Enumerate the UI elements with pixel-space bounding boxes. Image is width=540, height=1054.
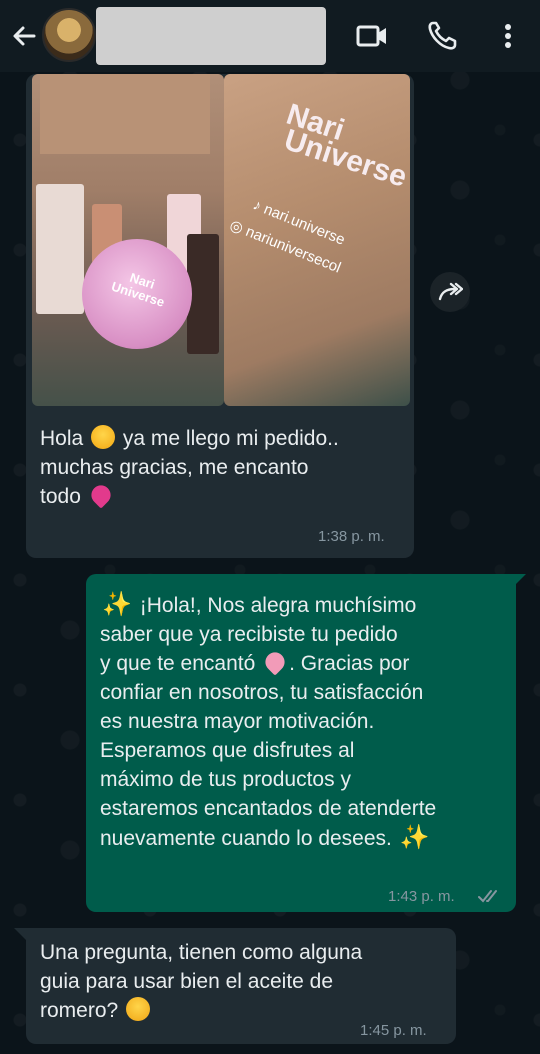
outgoing-message-text: ✨ ¡Hola!, Nos alegra muchísimo saber que… [100, 591, 437, 851]
heart-emoji [261, 648, 289, 676]
photo-shipping-box[interactable]: Nari Universe ♪ nari.universe ◎ nariuniv… [224, 74, 410, 406]
arrow-left-icon [13, 26, 36, 46]
contact-avatar[interactable] [42, 8, 96, 62]
message-time: 1:45 p. m. [360, 1022, 427, 1039]
box-brand-line2: Universe [280, 123, 410, 194]
message-time: 1:43 p. m. [388, 888, 455, 905]
forward-icon [438, 282, 463, 301]
photo-products[interactable]: Nari Universe [32, 74, 224, 406]
message-time: 1:38 p. m. [318, 528, 385, 545]
chat-header [0, 0, 540, 72]
voice-call-button[interactable] [424, 18, 460, 54]
incoming-message-text: Hola ya me llego mi pedido.. muchas grac… [40, 425, 339, 509]
sparkles-emoji: ✨ [102, 591, 132, 618]
double-check-icon [478, 890, 497, 903]
incoming-message[interactable]: Una pregunta, tienen como alguna guia pa… [26, 928, 456, 1044]
thinking-face-emoji [126, 997, 151, 1021]
video-call-icon [356, 25, 386, 47]
incoming-message-with-photos[interactable]: Nari Universe Nari Universe ♪ nari.unive… [26, 74, 414, 558]
forward-button[interactable] [430, 272, 470, 312]
contact-name-redacted[interactable] [96, 7, 326, 65]
box-lid [40, 74, 210, 154]
menu-button[interactable] [490, 18, 526, 54]
back-button[interactable] [8, 20, 40, 52]
sparkles-emoji-end: ✨ [399, 824, 430, 851]
chat-screen: Nari Universe Nari Universe ♪ nari.unive… [0, 0, 540, 1054]
outgoing-message[interactable]: ✨ ¡Hola!, Nos alegra muchísimo saber que… [86, 574, 516, 912]
grinning-face-emoji [91, 425, 116, 449]
product-bottle [36, 184, 84, 314]
more-vertical-icon [505, 24, 511, 48]
sparkling-heart-emoji [87, 481, 115, 509]
video-call-button[interactable] [354, 18, 390, 54]
incoming-message-text: Una pregunta, tienen como alguna guia pa… [40, 941, 363, 1022]
phone-icon [428, 21, 457, 50]
